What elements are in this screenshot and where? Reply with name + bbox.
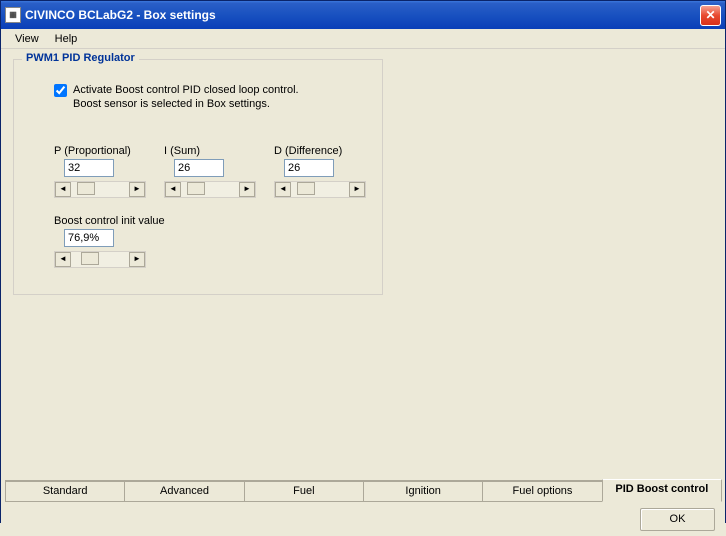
activate-line2: Boost sensor is selected in Box settings… <box>73 98 270 110</box>
init-param: Boost control init value ◄ ► <box>54 215 234 268</box>
arrow-left-icon[interactable]: ◄ <box>55 182 71 197</box>
tabstrip: Standard Advanced Fuel Ignition Fuel opt… <box>5 481 721 502</box>
window-title: CIVINCO BCLabG2 - Box settings <box>25 8 700 22</box>
titlebar: ▦ CIVINCO BCLabG2 - Box settings ✕ <box>1 1 725 29</box>
p-input[interactable] <box>64 159 114 177</box>
init-input[interactable] <box>64 229 114 247</box>
activate-checkbox-text: Activate Boost control PID closed loop c… <box>73 83 299 111</box>
p-thumb[interactable] <box>77 182 95 195</box>
arrow-right-icon[interactable]: ► <box>349 182 365 197</box>
i-label: I (Sum) <box>164 145 264 157</box>
p-label: P (Proportional) <box>54 145 154 157</box>
activate-line1: Activate Boost control PID closed loop c… <box>73 84 299 96</box>
i-scroller[interactable]: ◄ ► <box>164 181 256 198</box>
init-track[interactable] <box>71 252 129 267</box>
ok-button[interactable]: OK <box>640 508 715 531</box>
menu-view[interactable]: View <box>7 31 47 47</box>
p-track[interactable] <box>71 182 129 197</box>
init-scroller[interactable]: ◄ ► <box>54 251 146 268</box>
d-label: D (Difference) <box>274 145 374 157</box>
app-icon: ▦ <box>5 7 21 23</box>
arrow-left-icon[interactable]: ◄ <box>275 182 291 197</box>
p-param: P (Proportional) ◄ ► <box>54 145 154 198</box>
arrow-right-icon[interactable]: ► <box>129 252 145 267</box>
pid-regulator-group: PWM1 PID Regulator Activate Boost contro… <box>13 59 383 295</box>
menu-help[interactable]: Help <box>47 31 86 47</box>
i-thumb[interactable] <box>187 182 205 195</box>
menubar: View Help <box>1 29 725 49</box>
d-thumb[interactable] <box>297 182 315 195</box>
arrow-right-icon[interactable]: ► <box>239 182 255 197</box>
d-track[interactable] <box>291 182 349 197</box>
d-param: D (Difference) ◄ ► <box>274 145 374 198</box>
client-area: PWM1 PID Regulator Activate Boost contro… <box>1 49 725 502</box>
p-scroller[interactable]: ◄ ► <box>54 181 146 198</box>
group-title: PWM1 PID Regulator <box>22 52 139 64</box>
tab-standard[interactable]: Standard <box>5 481 125 502</box>
tab-advanced[interactable]: Advanced <box>124 481 244 502</box>
bottom-bar: OK <box>1 502 725 536</box>
i-param: I (Sum) ◄ ► <box>164 145 264 198</box>
close-button[interactable]: ✕ <box>700 5 721 26</box>
d-scroller[interactable]: ◄ ► <box>274 181 366 198</box>
i-input[interactable] <box>174 159 224 177</box>
arrow-left-icon[interactable]: ◄ <box>165 182 181 197</box>
arrow-right-icon[interactable]: ► <box>129 182 145 197</box>
tab-fuel[interactable]: Fuel <box>244 481 364 502</box>
d-input[interactable] <box>284 159 334 177</box>
init-label: Boost control init value <box>54 215 234 227</box>
activate-checkbox[interactable] <box>54 84 67 97</box>
tab-pid-boost-control[interactable]: PID Boost control <box>602 479 722 502</box>
i-track[interactable] <box>181 182 239 197</box>
tab-fuel-options[interactable]: Fuel options <box>482 481 602 502</box>
arrow-left-icon[interactable]: ◄ <box>55 252 71 267</box>
tab-ignition[interactable]: Ignition <box>363 481 483 502</box>
init-thumb[interactable] <box>81 252 99 265</box>
activate-checkbox-row: Activate Boost control PID closed loop c… <box>54 83 299 111</box>
